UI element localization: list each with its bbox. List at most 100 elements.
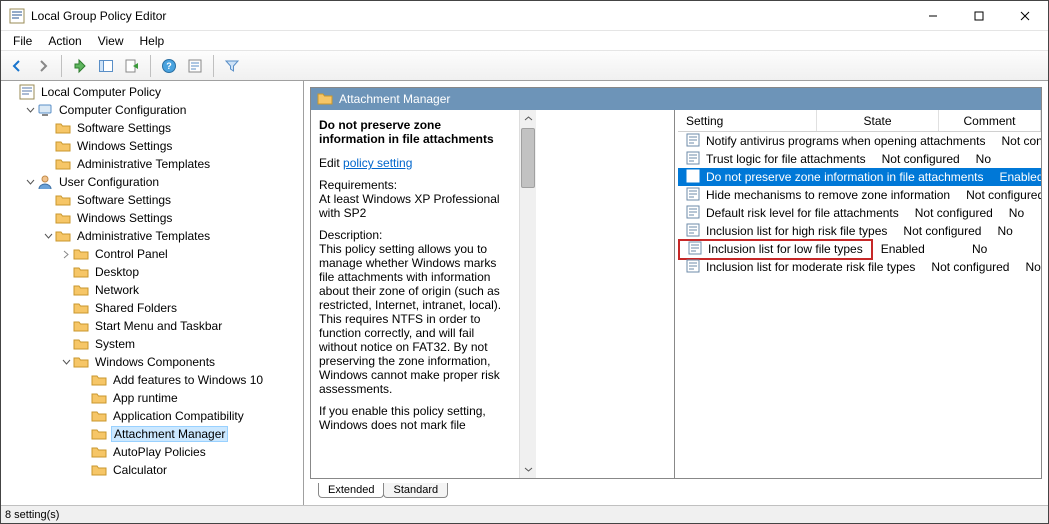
tree-app-runtime[interactable]: App runtime [1, 389, 303, 407]
settings-list-pane: Setting State Comment Notify antivirus p… [678, 110, 1041, 478]
tree-label: Add features to Windows 10 [111, 373, 265, 387]
setting-row[interactable]: Hide mechanisms to remove zone informati… [678, 186, 1041, 204]
tree-computer-config[interactable]: Computer Configuration [1, 101, 303, 119]
state-cell: Not configured [907, 206, 1001, 220]
tree-start-menu[interactable]: Start Menu and Taskbar [1, 317, 303, 335]
edit-label: Edit [319, 156, 343, 170]
setting-row[interactable]: Trust logic for file attachmentsNot conf… [678, 150, 1041, 168]
tree-label: Local Computer Policy [39, 85, 163, 99]
tree-twisty-icon[interactable] [41, 232, 55, 241]
tree-desktop[interactable]: Desktop [1, 263, 303, 281]
tree-label: Attachment Manager [111, 426, 228, 442]
setting-row[interactable]: Do not preserve zone information in file… [678, 168, 1041, 186]
tree-uc-admin[interactable]: Administrative Templates [1, 227, 303, 245]
tree-control-panel[interactable]: Control Panel [1, 245, 303, 263]
help-button[interactable]: ? [157, 54, 181, 78]
tree-cc-software[interactable]: Software Settings [1, 119, 303, 137]
tab-extended[interactable]: Extended [318, 483, 384, 498]
tab-standard[interactable]: Standard [383, 483, 448, 498]
tree-cc-windows[interactable]: Windows Settings [1, 137, 303, 155]
tree-user-config[interactable]: User Configuration [1, 173, 303, 191]
setting-icon [688, 241, 702, 258]
tree-twisty-icon[interactable] [23, 178, 37, 187]
tree-network[interactable]: Network [1, 281, 303, 299]
scroll-up-button[interactable] [520, 110, 536, 127]
tree-shared-folders[interactable]: Shared Folders [1, 299, 303, 317]
setting-cell: Inclusion list for moderate risk file ty… [678, 259, 923, 276]
minimize-button[interactable] [910, 1, 956, 30]
col-header-state[interactable]: State [817, 110, 939, 131]
details-body: Do not preserve zone information in file… [311, 110, 1041, 478]
setting-row[interactable]: Inclusion list for low file typesEnabled… [678, 240, 1041, 258]
folder-icon [73, 246, 89, 262]
menu-file[interactable]: File [5, 32, 40, 50]
up-button[interactable] [68, 54, 92, 78]
tree-cc-admin[interactable]: Administrative Templates [1, 155, 303, 173]
menu-view[interactable]: View [90, 32, 132, 50]
tree-calculator[interactable]: Calculator [1, 461, 303, 479]
setting-name: Inclusion list for moderate risk file ty… [706, 260, 915, 274]
scroll-thumb[interactable] [521, 128, 535, 188]
policy-setting-link[interactable]: policy setting [343, 156, 412, 170]
user-icon [37, 174, 53, 190]
setting-icon [686, 205, 700, 222]
close-button[interactable] [1002, 1, 1048, 30]
setting-row[interactable]: Notify antivirus programs when opening a… [678, 132, 1041, 150]
folder-icon [91, 444, 107, 460]
description-scroll[interactable]: Do not preserve zone information in file… [319, 118, 511, 470]
properties-button[interactable] [183, 54, 207, 78]
menu-action[interactable]: Action [40, 32, 89, 50]
folder-icon [73, 282, 89, 298]
state-cell: Not configured [895, 224, 989, 238]
tree-uc-windows[interactable]: Windows Settings [1, 209, 303, 227]
tree-label: Windows Components [93, 355, 217, 369]
tree-label: Shared Folders [93, 301, 179, 315]
tree-twisty-icon[interactable] [23, 106, 37, 115]
scroll-down-button[interactable] [520, 461, 536, 478]
show-hide-console-tree-button[interactable] [94, 54, 118, 78]
tree-twisty-icon[interactable] [59, 250, 73, 259]
scroll-track[interactable] [520, 189, 536, 461]
comment-cell: No [968, 152, 1041, 166]
window-buttons [910, 1, 1048, 30]
tree-scroll[interactable]: Local Computer Policy Computer Configurat… [1, 81, 303, 505]
description-scrollbar[interactable] [519, 110, 536, 478]
setting-name: Notify antivirus programs when opening a… [706, 134, 985, 148]
app-icon [9, 8, 25, 24]
requirements-text: At least Windows XP Professional with SP… [319, 192, 507, 220]
tree-twisty-icon[interactable] [59, 358, 73, 367]
setting-cell: Hide mechanisms to remove zone informati… [678, 187, 958, 204]
export-list-button[interactable] [120, 54, 144, 78]
tree-label: Application Compatibility [111, 409, 246, 423]
folder-icon [73, 354, 89, 370]
folder-icon [55, 120, 71, 136]
settings-list[interactable]: Notify antivirus programs when opening a… [678, 132, 1041, 478]
col-header-setting[interactable]: Setting [678, 110, 817, 131]
col-header-comment[interactable]: Comment [939, 110, 1041, 131]
setting-row[interactable]: Inclusion list for moderate risk file ty… [678, 258, 1041, 276]
tree-label: Software Settings [75, 193, 173, 207]
setting-name: Do not preserve zone information in file… [706, 170, 983, 184]
tree-system[interactable]: System [1, 335, 303, 353]
setting-icon [686, 151, 700, 168]
tree-app-compat[interactable]: Application Compatibility [1, 407, 303, 425]
back-button[interactable] [5, 54, 29, 78]
right-pane: Attachment Manager Do not preserve zone … [304, 81, 1048, 505]
setting-icon [686, 187, 700, 204]
tree-label: Desktop [93, 265, 141, 279]
folder-icon [55, 210, 71, 226]
filter-button[interactable] [220, 54, 244, 78]
tree-attachment-manager[interactable]: Attachment Manager [1, 425, 303, 443]
folder-icon [73, 318, 89, 334]
folder-icon [317, 91, 333, 107]
forward-button[interactable] [31, 54, 55, 78]
setting-row[interactable]: Inclusion list for high risk file typesN… [678, 222, 1041, 240]
tree-windows-components[interactable]: Windows Components [1, 353, 303, 371]
setting-row[interactable]: Default risk level for file attachmentsN… [678, 204, 1041, 222]
tree-add-features[interactable]: Add features to Windows 10 [1, 371, 303, 389]
tree-autoplay[interactable]: AutoPlay Policies [1, 443, 303, 461]
maximize-button[interactable] [956, 1, 1002, 30]
tree-root[interactable]: Local Computer Policy [1, 83, 303, 101]
menu-help[interactable]: Help [132, 32, 173, 50]
tree-uc-software[interactable]: Software Settings [1, 191, 303, 209]
